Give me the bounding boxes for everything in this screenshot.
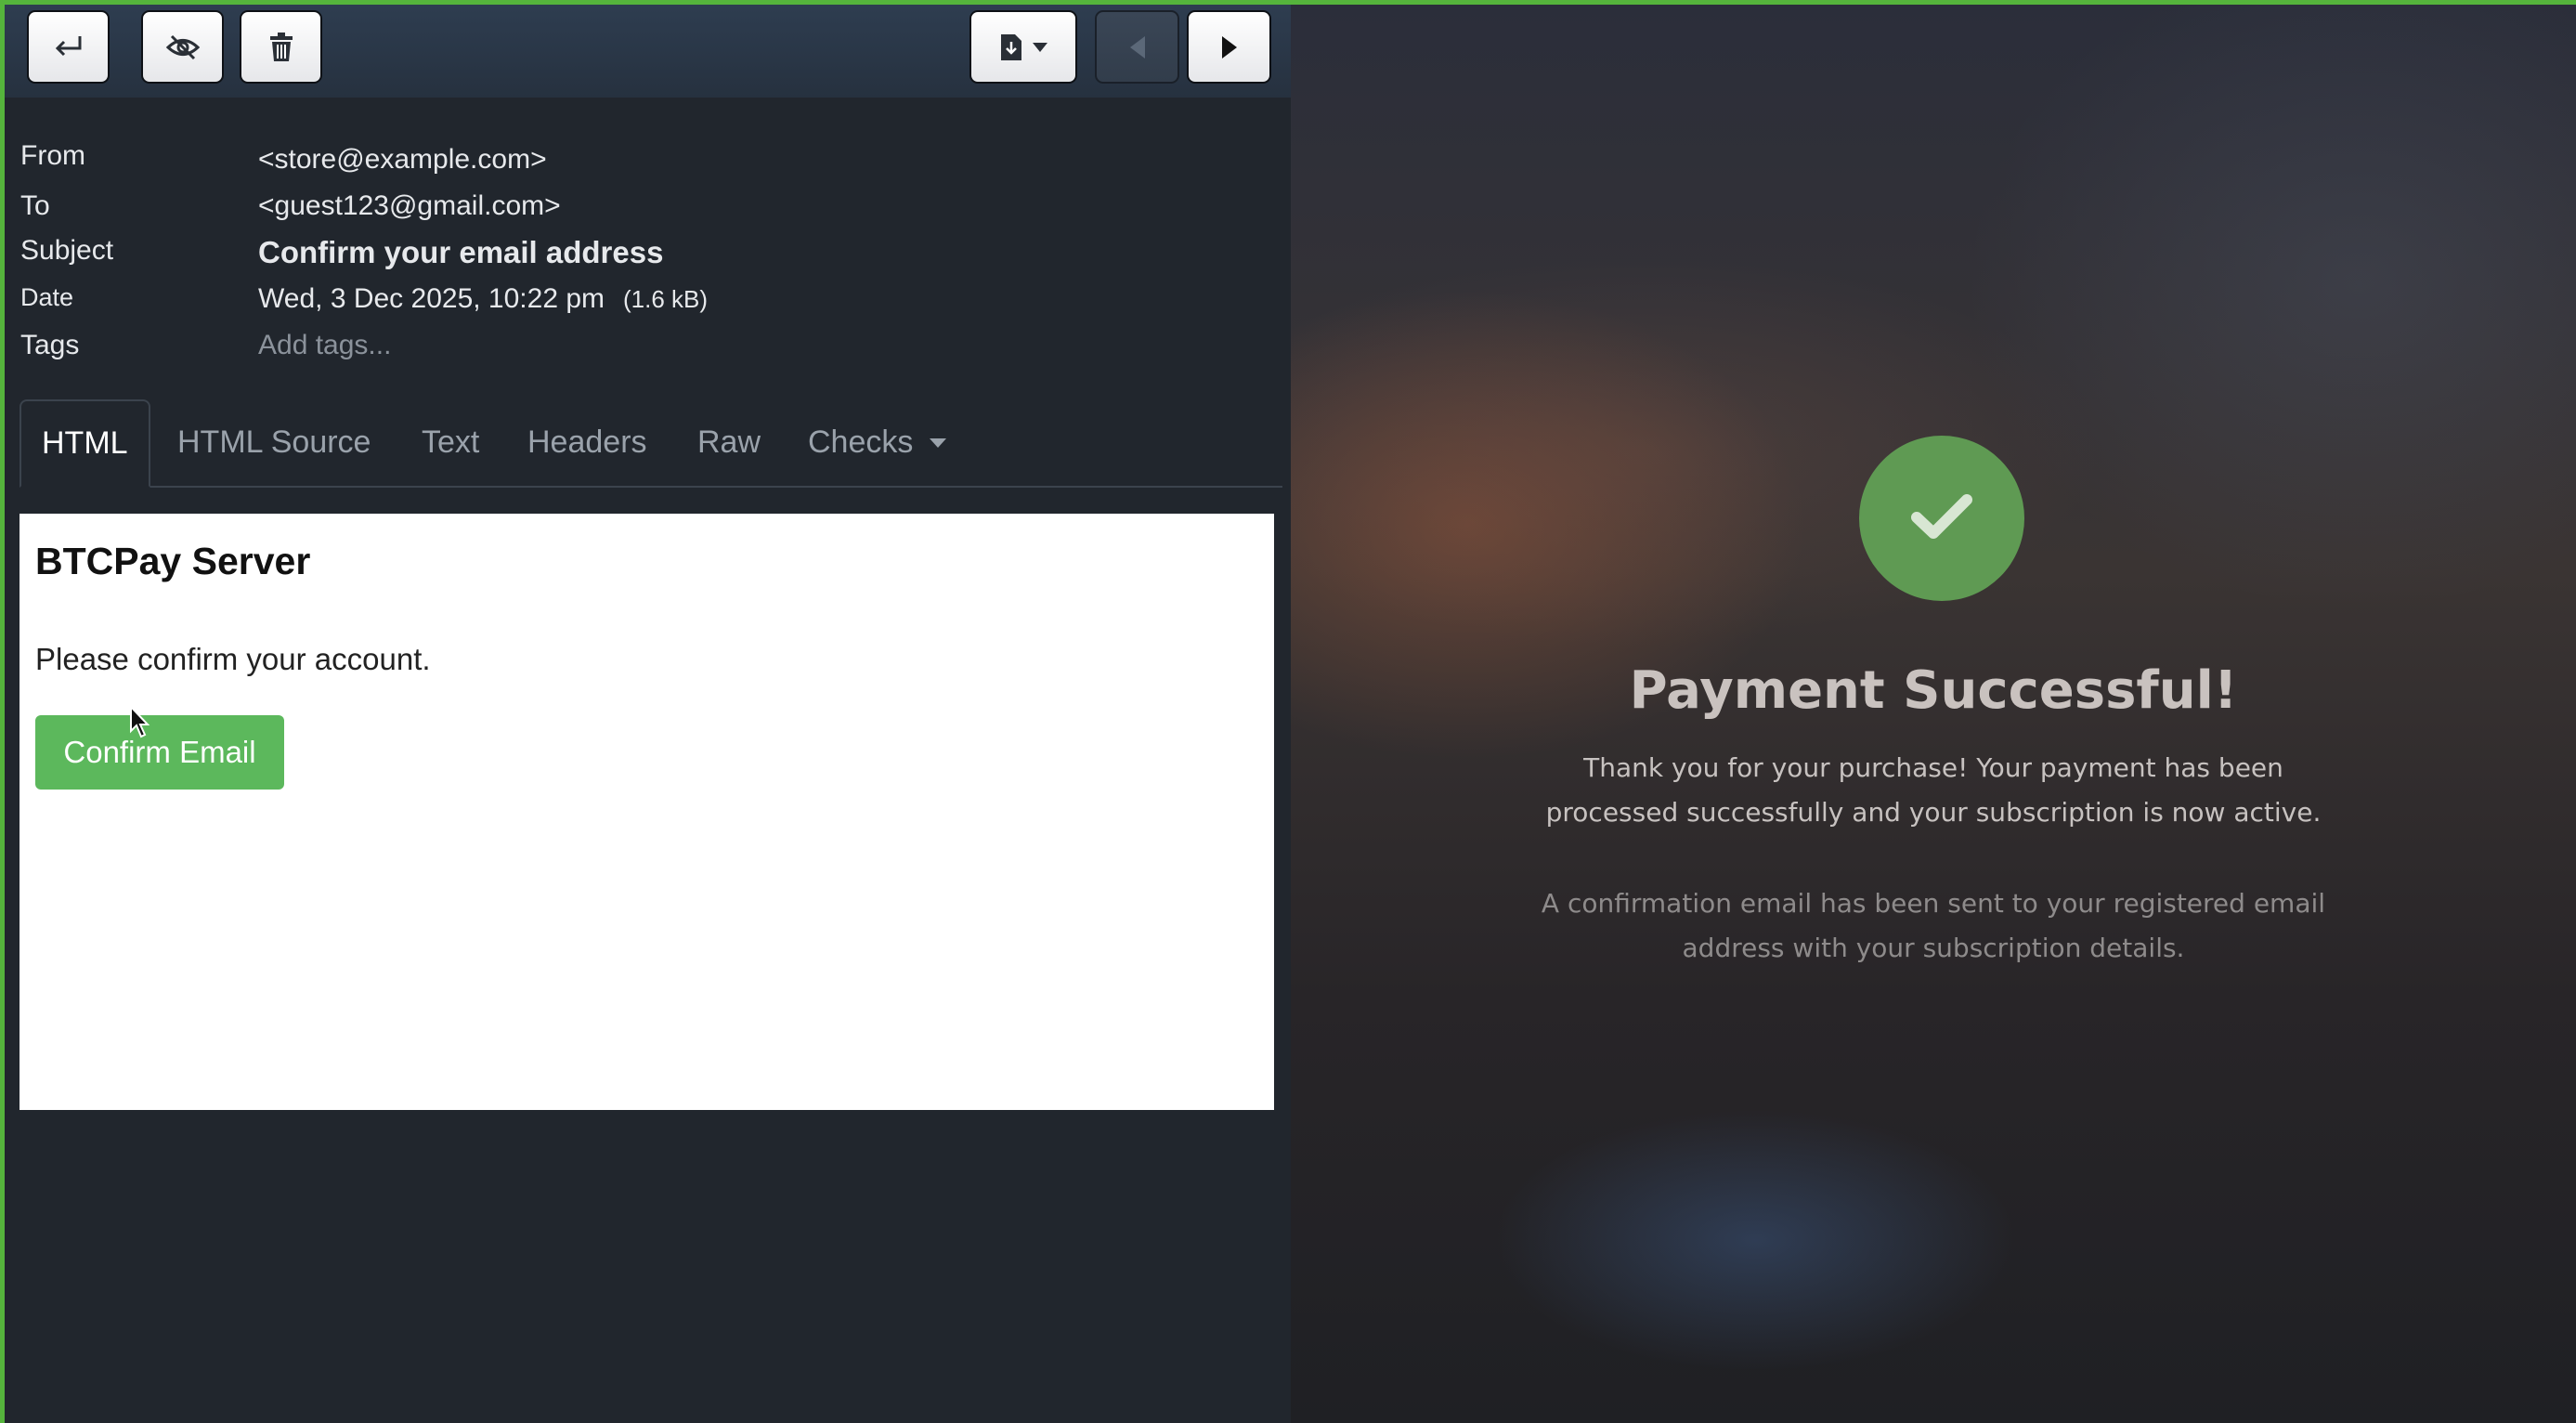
- tab-html-source[interactable]: HTML Source: [177, 399, 371, 486]
- next-message-button[interactable]: [1187, 10, 1271, 84]
- confirm-email-button[interactable]: Confirm Email: [35, 715, 284, 790]
- tab-headers[interactable]: Headers: [527, 399, 647, 486]
- email-brand-title: BTCPay Server: [35, 540, 311, 582]
- hide-images-button[interactable]: [141, 10, 224, 84]
- delete-button[interactable]: [240, 10, 322, 84]
- arrow-right-icon: [1221, 35, 1237, 59]
- download-file-icon: [999, 33, 1023, 62]
- return-button[interactable]: [27, 10, 110, 84]
- add-tags-input[interactable]: Add tags...: [258, 330, 391, 361]
- email-body-text: Please confirm your account.: [35, 642, 431, 676]
- tab-checks[interactable]: Checks: [808, 399, 947, 486]
- tags-label: Tags: [20, 330, 80, 360]
- arrow-left-icon: [1129, 35, 1145, 59]
- eye-slash-icon: [164, 33, 202, 61]
- tab-html[interactable]: HTML: [20, 399, 150, 488]
- to-value: <guest123@gmail.com>: [258, 190, 561, 221]
- message-headers: From <store@example.com> To <guest123@gm…: [5, 98, 1291, 367]
- date-value: Wed, 3 Dec 2025, 10:22 pm: [258, 283, 605, 314]
- message-size: (1.6 kB): [623, 285, 709, 313]
- payment-message: Thank you for your purchase! Your paymen…: [1545, 752, 2322, 828]
- tab-checks-label: Checks: [808, 424, 914, 460]
- message-toolbar: [5, 5, 1291, 98]
- checkmark-icon: [1911, 493, 1972, 544]
- date-row: Wed, 3 Dec 2025, 10:22 pm (1.6 kB): [258, 283, 708, 315]
- subject-label: Subject: [20, 235, 114, 266]
- html-preview-pane: BTCPay Server Please confirm your accoun…: [20, 514, 1274, 1110]
- tab-raw[interactable]: Raw: [697, 399, 761, 486]
- tab-text[interactable]: Text: [422, 399, 479, 486]
- from-value: <store@example.com>: [258, 144, 547, 175]
- chevron-down-icon: [930, 437, 947, 448]
- from-label: From: [20, 140, 85, 171]
- chevron-down-icon: [1033, 42, 1047, 52]
- view-tabs: HTML HTML Source Text Headers Raw Checks: [20, 399, 1282, 488]
- to-label: To: [20, 190, 50, 221]
- confirmation-note: A confirmation email has been sent to yo…: [1541, 888, 2326, 963]
- return-arrow-icon: [52, 33, 85, 61]
- date-label: Date: [20, 283, 74, 311]
- payment-success-page: Payment Successful! Thank you for your p…: [1291, 5, 2576, 1423]
- download-dropdown-button[interactable]: [969, 10, 1077, 84]
- payment-title: Payment Successful!: [1629, 660, 2238, 721]
- subject-value: Confirm your email address: [258, 235, 664, 269]
- mouse-cursor-icon: [130, 704, 152, 744]
- previous-message-button[interactable]: [1095, 10, 1179, 84]
- trash-icon: [268, 32, 294, 62]
- email-viewer: From <store@example.com> To <guest123@gm…: [5, 5, 1291, 1423]
- success-badge: [1859, 436, 2024, 601]
